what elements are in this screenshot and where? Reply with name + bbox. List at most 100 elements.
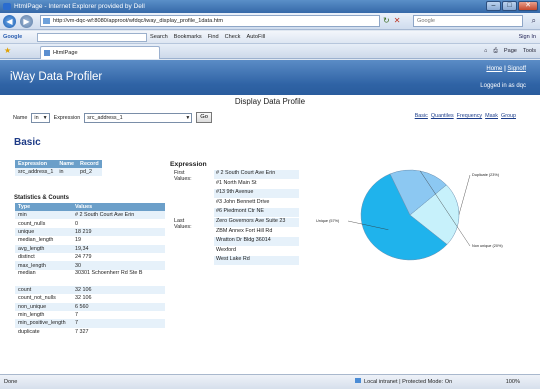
stat-type: min_positive_length [15, 319, 72, 328]
stat-type: non_unique [15, 302, 72, 311]
url-input[interactable]: http://vm-dqc-wf:8080/approot/wfdqc/iway… [40, 15, 380, 27]
stat-value: 30301 Schoenherr Rd Ste B [75, 269, 143, 276]
pie-label: Non unique (20%) [472, 244, 503, 248]
signoff-link[interactable]: Signoff [507, 66, 526, 72]
pie-label: Duplicate (23%) [472, 173, 500, 177]
forward-button[interactable]: ▶ [20, 15, 33, 28]
values-label: First Values: [174, 170, 192, 182]
table-row: avg_length 19,34 [15, 244, 165, 253]
value-text: #1 North Main St [216, 179, 257, 186]
status-bar: Done Local intranet | Protected Mode: On… [0, 374, 540, 389]
table-row: count 32 106 [15, 285, 165, 295]
value-text: Wratton Dr Bldg 36014 [214, 237, 299, 246]
stats-heading: Statistics & Counts [14, 195, 70, 201]
tab-bar: ★ HtmlPage ⌂ ⎙ Page Tools [0, 44, 540, 59]
close-button[interactable]: ✕ [518, 1, 538, 11]
page-content: iWay Data Profiler Home | Signoff Logged… [0, 60, 540, 374]
column-header: Record [77, 160, 102, 168]
stat-type: count_not_nulls [18, 295, 56, 302]
link-frequency[interactable]: Frequency [457, 113, 482, 119]
expression-label: Expression [53, 114, 81, 121]
values-label: Last Values: [174, 217, 192, 230]
ie-icon [3, 3, 11, 10]
stat-type: avg_length [15, 244, 72, 253]
find-button[interactable]: Find [208, 31, 219, 44]
chevron-down-icon: ▼ [185, 114, 191, 121]
table-row: distinct 24 779 [15, 253, 165, 261]
value-text: West Lake Rd [214, 256, 299, 265]
value-text: #6 Piedmont Ctr NE [214, 208, 299, 217]
stat-value: 18 219 [72, 227, 165, 237]
window-title: HtmlPage - Internet Explorer provided by… [14, 3, 145, 10]
tab-htmlpage[interactable]: HtmlPage [40, 46, 160, 59]
stat-type: min_length [18, 312, 45, 319]
stat-value: # 2 South Court Ave Erin [72, 211, 165, 220]
stat-value: 30 [72, 261, 165, 270]
google-logo: Google [3, 34, 23, 40]
autofill-button[interactable]: AutoFill [246, 31, 265, 44]
google-search-button[interactable]: Search [150, 31, 168, 44]
view-links: Basic Quantiles Frequency Mask Group [415, 113, 516, 119]
table-row: src_address_1 in pd_2 [15, 168, 102, 177]
link-group[interactable]: Group [501, 113, 516, 119]
table-row: min_length 7 [15, 311, 165, 319]
home-link[interactable]: Home [486, 66, 502, 72]
link-basic[interactable]: Basic [415, 113, 428, 119]
table-row: max_length 30 [15, 261, 165, 270]
column-header: Name [56, 160, 78, 168]
profile-controls: Name in ▼ Expression src_address_1 ▼ Go [13, 112, 212, 123]
tools-menu[interactable]: Tools [523, 44, 536, 59]
table-row: count_nulls 0 [15, 219, 165, 227]
bookmarks-button[interactable]: Bookmarks [174, 31, 202, 44]
google-search-input[interactable] [37, 33, 147, 42]
link-quantiles[interactable]: Quantiles [431, 113, 454, 119]
stat-value: 6 560 [72, 302, 165, 311]
column-header: Expression [15, 160, 57, 168]
value-text: #13 9th Avenue [214, 189, 299, 198]
stat-type: distinct [18, 254, 35, 261]
home-icon[interactable]: ⌂ [484, 44, 487, 59]
table-row: count_not_nulls 32 106 [15, 294, 165, 302]
expression-heading: Expression [170, 161, 207, 168]
page-icon [43, 18, 50, 24]
check-button[interactable]: Check [225, 31, 241, 44]
sign-in-link[interactable]: Sign In [519, 31, 536, 44]
status-text: Done [4, 379, 18, 385]
summary-table: Expression Name Record src_address_1 in … [15, 160, 102, 177]
stat-type: median [18, 269, 36, 276]
value-text: Zero Governors Ave Suite 23 [214, 217, 299, 227]
column-header: Type [15, 203, 72, 211]
back-button[interactable]: ◀ [3, 15, 16, 28]
zoom-level[interactable]: 100% [506, 375, 520, 389]
name-label: Name [13, 114, 28, 121]
search-icon[interactable]: ⌕ [532, 16, 536, 26]
stat-value: 7 327 [75, 328, 89, 335]
table-row: non_unique 6 560 [15, 302, 165, 311]
stat-value: 7 [72, 319, 165, 328]
page-menu[interactable]: Page [504, 44, 517, 59]
stop-icon[interactable]: ✕ [394, 16, 401, 25]
maximize-button[interactable]: □ [502, 1, 517, 11]
go-button[interactable]: Go [196, 112, 212, 123]
value-text: # 2 South Court Ave Erin [214, 170, 299, 179]
pie-chart: Unique (57%) Duplicate (23%) Non unique (2… [316, 169, 503, 261]
page-title: Display Data Profile [234, 97, 306, 106]
expression-select[interactable]: src_address_1 ▼ [84, 112, 193, 123]
value-text: ZBM Annex Fort Hill Rd [216, 227, 273, 234]
stat-type: count [15, 285, 72, 295]
table-row: duplicate 7 327 [15, 328, 165, 336]
stat-type: count_nulls [18, 220, 46, 227]
stat-value: 7 [75, 312, 78, 319]
logged-in-text: Logged in as dqc [480, 83, 526, 89]
refresh-icon[interactable]: ↻ [383, 16, 390, 25]
link-mask[interactable]: Mask [485, 113, 498, 119]
table-row: median_length 19 [15, 236, 165, 244]
name-select[interactable]: in ▼ [31, 112, 50, 123]
stat-value: 24 779 [75, 254, 92, 261]
print-icon[interactable]: ⎙ [493, 44, 497, 59]
search-box[interactable]: Google ⌕ [413, 15, 536, 27]
table-row: min # 2 South Court Ave Erin [15, 211, 165, 220]
minimize-button[interactable]: – [486, 1, 501, 11]
value-text: Wexford [216, 246, 236, 253]
favorites-star-icon[interactable]: ★ [4, 46, 11, 55]
